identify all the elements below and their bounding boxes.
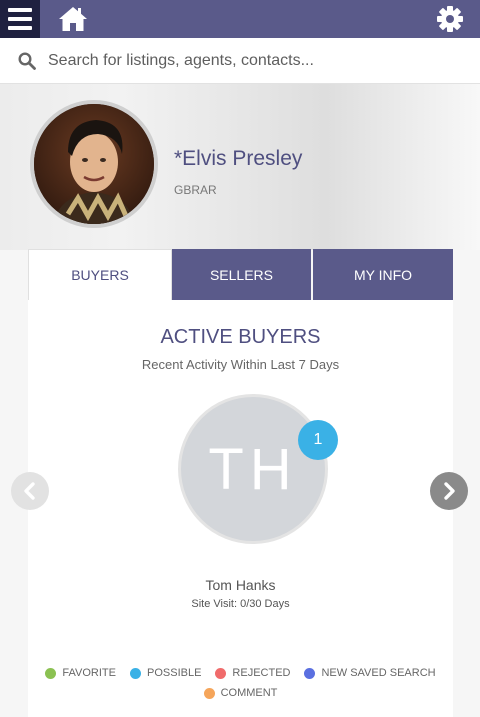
activity-count-badge: 1: [298, 420, 338, 460]
profile-header: *Elvis Presley GBRAR: [0, 84, 480, 250]
legend-label: FAVORITE: [62, 667, 116, 679]
new-saved-search-dot: [304, 667, 316, 679]
legend-label: COMMENT: [220, 687, 278, 699]
tab-my-info[interactable]: MY INFO: [313, 249, 453, 300]
hamburger-menu-button[interactable]: [0, 0, 40, 38]
tab-buyers[interactable]: BUYERS: [28, 249, 172, 300]
next-button[interactable]: [430, 472, 468, 510]
tab-sellers[interactable]: SELLERS: [172, 249, 311, 300]
agent-photo: [34, 104, 154, 224]
legend-label: POSSIBLE: [147, 667, 202, 679]
legend-label: NEW SAVED SEARCH: [321, 667, 436, 679]
buyer-avatar[interactable]: TH: [178, 394, 328, 544]
search-input[interactable]: [48, 46, 458, 76]
chevron-right-icon: [444, 482, 455, 500]
possible-dot: [130, 667, 141, 679]
buyer-initials: TH: [208, 436, 298, 502]
gear-icon: [437, 6, 463, 32]
legend-item-favorite: FAVORITE: [45, 667, 116, 679]
previous-button[interactable]: [11, 472, 49, 510]
legend-item-rejected: REJECTED: [215, 667, 290, 679]
agent-name: *Elvis Presley: [174, 147, 303, 170]
legend-label: REJECTED: [232, 667, 291, 679]
buyers-panel: ACTIVE BUYERS Recent Activity Within Las…: [28, 300, 453, 717]
top-header-bar: [0, 0, 480, 38]
legend-item-comment: COMMENT: [203, 687, 278, 699]
legend-item-possible: POSSIBLE: [130, 667, 201, 679]
home-button[interactable]: [58, 5, 88, 33]
chevron-left-icon: [24, 482, 35, 500]
settings-button[interactable]: [436, 5, 464, 33]
home-icon: [59, 7, 87, 31]
legend-row: FAVORITE POSSIBLE REJECTED NEW SAVED SEA…: [28, 667, 453, 679]
section-subtitle: Recent Activity Within Last 7 Days: [141, 357, 340, 372]
buyer-name[interactable]: Tom Hanks: [28, 577, 453, 593]
section-title: ACTIVE BUYERS: [160, 326, 321, 348]
tab-bar: BUYERS SELLERS MY INFO: [28, 249, 453, 300]
comment-dot: [203, 687, 215, 699]
favorite-dot: [45, 667, 57, 679]
search-bar: [0, 38, 480, 84]
rejected-dot: [215, 667, 227, 679]
buyer-site-visit: Site Visit: 0/30 Days: [191, 598, 290, 610]
legend: FAVORITE POSSIBLE REJECTED NEW SAVED SEA…: [28, 667, 453, 707]
hamburger-menu-icon: [8, 8, 32, 12]
agent-organization: GBRAR: [174, 183, 217, 197]
avatar: [30, 100, 158, 228]
legend-item-new-saved-search: NEW SAVED SEARCH: [304, 667, 436, 679]
search-icon: [18, 52, 36, 70]
legend-row: COMMENT: [28, 687, 453, 699]
